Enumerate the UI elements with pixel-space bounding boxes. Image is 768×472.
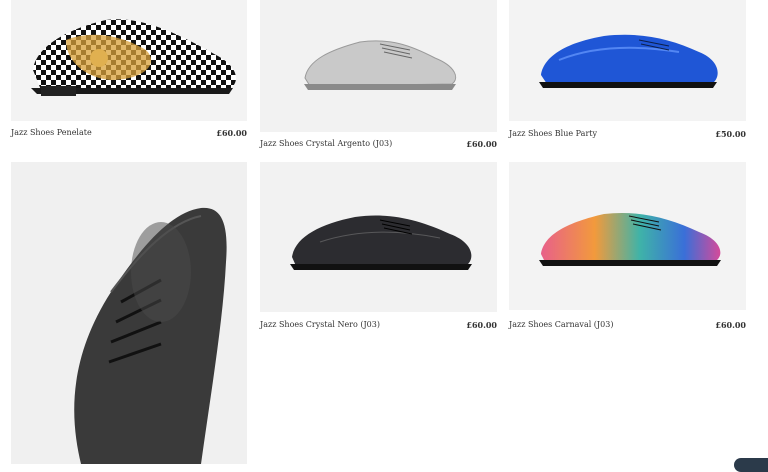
product-price: £60.00 [715, 320, 746, 330]
product-card-carnaval[interactable]: Jazz Shoes Carnaval (J03) £60.00 [509, 162, 746, 332]
black-leather-jazz-shoe-icon [11, 162, 247, 464]
product-name[interactable]: Jazz Shoes Blue Party [509, 129, 597, 139]
product-image-carnaval[interactable] [509, 162, 746, 310]
product-card-blue-party[interactable]: Jazz Shoes Blue Party £50.00 [509, 0, 746, 140]
blue-metallic-jazz-shoe-icon [509, 0, 746, 121]
black-glitter-jazz-shoe-icon [260, 162, 497, 312]
product-image-black-leather[interactable] [11, 162, 247, 464]
product-name[interactable]: Jazz Shoes Crystal Nero (J03) [260, 320, 380, 330]
chat-widget-button[interactable] [734, 458, 768, 472]
product-price: £60.00 [466, 320, 497, 330]
product-card-crystal-argento[interactable]: Jazz Shoes Crystal Argento (J03) £60.00 [260, 0, 497, 150]
product-card-black-leather[interactable] [11, 162, 247, 464]
product-name[interactable]: Jazz Shoes Crystal Argento (J03) [260, 139, 392, 149]
product-price: £60.00 [216, 128, 247, 138]
product-card-crystal-nero[interactable]: Jazz Shoes Crystal Nero (J03) £60.00 [260, 162, 497, 332]
product-image-crystal-argento[interactable] [260, 0, 497, 132]
product-image-blue-party[interactable] [509, 0, 746, 121]
product-image-crystal-nero[interactable] [260, 162, 497, 312]
silver-glitter-jazz-shoe-icon [260, 0, 497, 132]
product-card-penelate[interactable]: Jazz Shoes Penelate £60.00 [11, 0, 247, 140]
product-image-penelate[interactable] [11, 0, 247, 121]
product-price: £50.00 [715, 129, 746, 139]
product-name[interactable]: Jazz Shoes Carnaval (J03) [509, 320, 613, 330]
product-name[interactable]: Jazz Shoes Penelate [11, 128, 92, 138]
product-price: £60.00 [466, 139, 497, 149]
rainbow-jazz-shoe-icon [509, 162, 746, 310]
patterned-jazz-shoe-icon [11, 0, 247, 121]
